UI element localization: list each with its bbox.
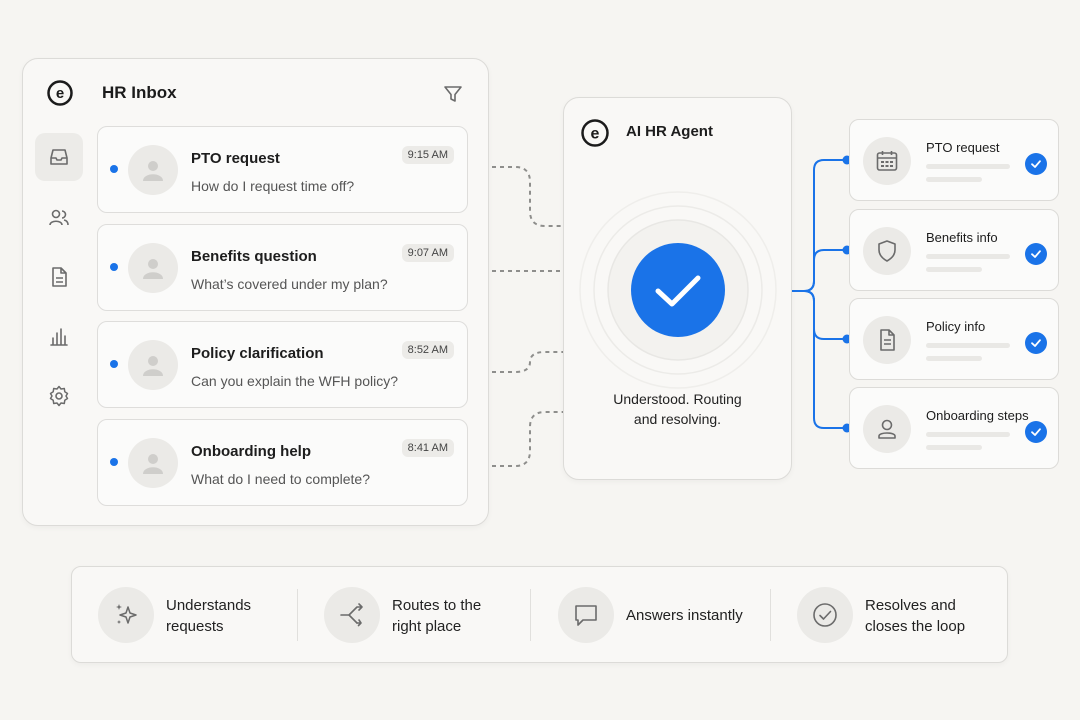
feature-understands: Understands requests: [98, 587, 288, 643]
result-card-policy[interactable]: Policy info: [849, 298, 1059, 380]
agent-status-text: Understood. Routing and resolving.: [613, 391, 742, 427]
gear-icon: [49, 385, 69, 407]
feature-text: Answers instantly: [626, 607, 743, 624]
message-time: 9:15 AM: [401, 146, 454, 164]
message-item-policy[interactable]: Policy clarification Can you explain the…: [97, 321, 468, 408]
unread-dot: [110, 165, 118, 173]
message-item-onboarding[interactable]: Onboarding help What do I need to comple…: [97, 419, 468, 506]
feature-text: closes the loop: [865, 618, 966, 635]
result-label: Benefits info: [926, 230, 998, 245]
nav-inbox[interactable]: [35, 133, 83, 181]
message-time: 8:52 AM: [401, 341, 454, 359]
inbox-title: HR Inbox: [102, 83, 177, 102]
calendar-icon: [876, 151, 898, 171]
message-subject: Onboarding help: [191, 443, 311, 460]
bar-chart-icon: [50, 328, 68, 346]
avatar: [128, 340, 178, 390]
ai-agent-panel: e AI HR Agent Understood. Routing and re…: [563, 97, 792, 480]
feature-text: Resolves and: [865, 597, 956, 614]
placeholder-line: [926, 445, 982, 450]
feature-text: Routes to the: [392, 597, 482, 614]
feature-answers: Answers instantly: [558, 587, 748, 643]
shield-icon: [878, 240, 896, 262]
inbox-icon: [50, 149, 68, 165]
feature-routes: Routes to the right place: [324, 587, 514, 643]
svg-text:e: e: [591, 126, 600, 143]
message-time: 9:07 AM: [401, 244, 454, 262]
filter-icon[interactable]: [442, 83, 464, 105]
result-card-pto[interactable]: PTO request: [849, 119, 1059, 201]
document-icon: [880, 329, 895, 351]
check-circle-icon: [1025, 243, 1047, 265]
avatar: [128, 438, 178, 488]
placeholder-line: [926, 356, 982, 361]
split-arrow-icon: [340, 603, 363, 627]
user-icon: [878, 419, 896, 439]
nav-people[interactable]: [35, 194, 83, 242]
placeholder-line: [926, 177, 982, 182]
check-circle-icon: [1025, 153, 1047, 175]
user-icon: [143, 161, 163, 181]
check-circle-icon: [1025, 421, 1047, 443]
user-icon: [143, 259, 163, 279]
agent-status-indicator: [579, 191, 777, 389]
message-subject: Benefits question: [191, 248, 317, 265]
svg-text:e: e: [56, 85, 64, 102]
message-preview: How do I request time off?: [191, 178, 355, 194]
hr-inbox-panel: e HR Inbox PTO request How do I request …: [22, 58, 489, 526]
nav-reports[interactable]: [35, 313, 83, 361]
placeholder-line: [926, 267, 982, 272]
feature-text: Understands: [166, 597, 252, 614]
message-time: 8:41 AM: [401, 439, 454, 457]
feature-resolves: Resolves and closes the loop: [797, 587, 997, 643]
message-item-pto[interactable]: PTO request How do I request time off? 9…: [97, 126, 468, 213]
result-card-onboarding[interactable]: Onboarding steps: [849, 387, 1059, 469]
feature-text: requests: [166, 618, 224, 635]
avatar: [128, 243, 178, 293]
user-icon: [143, 356, 163, 376]
message-subject: PTO request: [191, 150, 280, 167]
sparkle-icon: [116, 604, 137, 624]
document-icon: [52, 267, 67, 287]
divider: [770, 589, 771, 641]
message-preview: What’s covered under my plan?: [191, 276, 388, 292]
placeholder-line: [926, 432, 1010, 437]
result-label: PTO request: [926, 140, 1000, 155]
message-preview: Can you explain the WFH policy?: [191, 373, 398, 389]
placeholder-line: [926, 164, 1010, 169]
divider: [297, 589, 298, 641]
divider: [530, 589, 531, 641]
brand-logo-icon: e: [47, 80, 73, 106]
placeholder-line: [926, 343, 1010, 348]
agent-title: AI HR Agent: [626, 123, 713, 140]
message-item-benefits[interactable]: Benefits question What’s covered under m…: [97, 224, 468, 311]
unread-dot: [110, 458, 118, 466]
check-circle-icon: [1025, 332, 1047, 354]
placeholder-line: [926, 254, 1010, 259]
message-subject: Policy clarification: [191, 345, 324, 362]
unread-dot: [110, 263, 118, 271]
message-preview: What do I need to complete?: [191, 471, 370, 487]
brand-logo-icon: e: [581, 119, 609, 147]
nav-documents[interactable]: [35, 253, 83, 301]
nav-settings[interactable]: [35, 372, 83, 420]
result-label: Policy info: [926, 319, 986, 334]
features-bar: Understands requests Routes to the right…: [71, 566, 1008, 663]
avatar: [128, 145, 178, 195]
result-label: Onboarding steps: [926, 408, 1029, 423]
result-card-benefits[interactable]: Benefits info: [849, 209, 1059, 291]
people-icon: [49, 209, 69, 226]
unread-dot: [110, 360, 118, 368]
check-circle-icon: [813, 603, 837, 627]
user-icon: [143, 454, 163, 474]
chat-bubble-icon: [575, 605, 597, 626]
feature-text: right place: [392, 618, 462, 635]
